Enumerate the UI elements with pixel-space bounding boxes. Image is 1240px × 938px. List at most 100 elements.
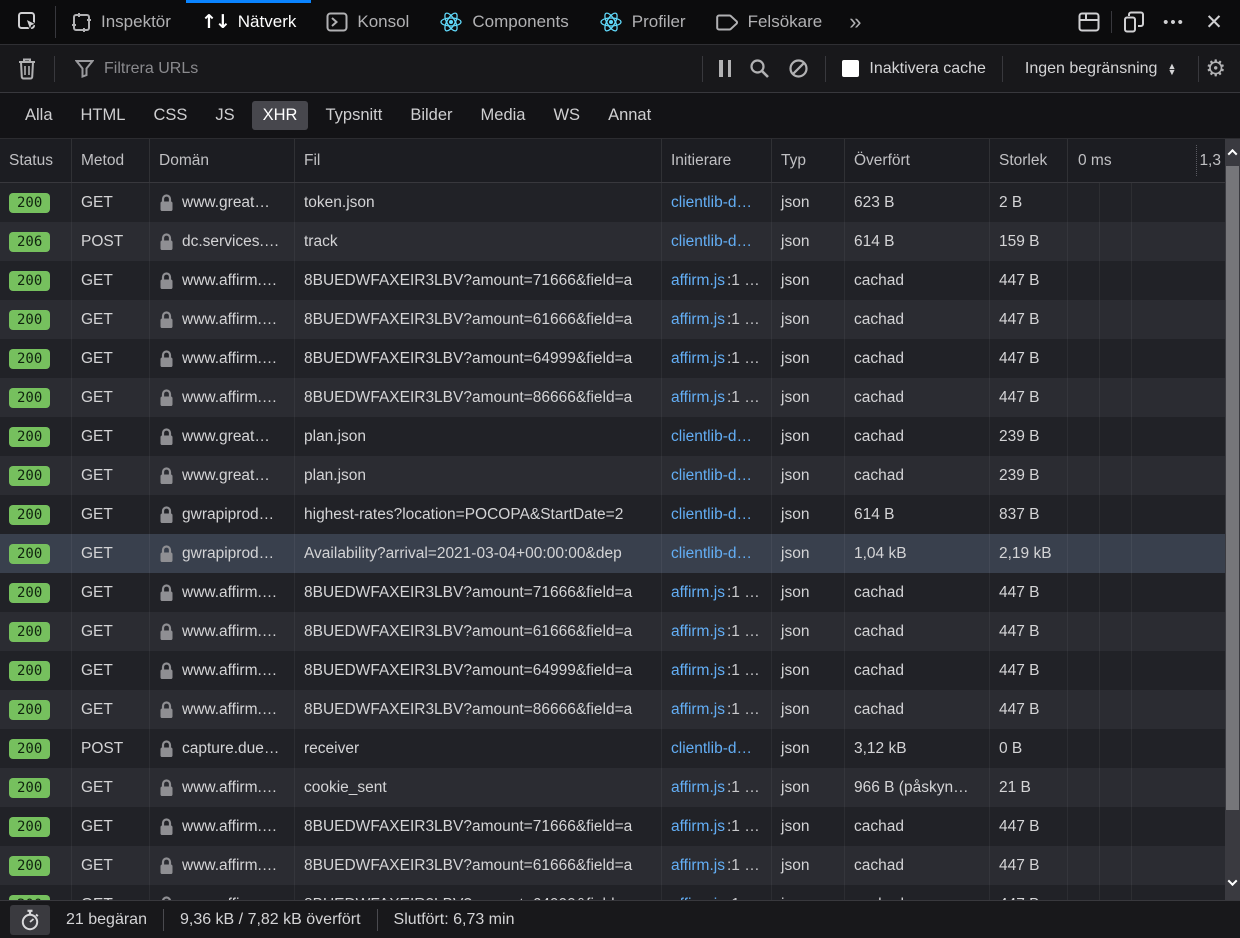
responsive-design-mode-button[interactable]	[1116, 6, 1152, 38]
performance-analysis-button[interactable]	[10, 905, 50, 935]
initiator-line-info: :1 …	[727, 389, 760, 406]
initiator-link[interactable]: affirm.js	[671, 584, 725, 601]
request-row[interactable]: 200GETgwrapiprod…highest-rates?location=…	[0, 495, 1225, 534]
cell-domain: capture.due…	[150, 729, 295, 768]
column-header-method[interactable]: Metod	[72, 139, 150, 182]
initiator-link[interactable]: clientlib-d…	[671, 545, 752, 562]
request-row[interactable]: 200GETwww.affirm.…8BUEDWFAXEIR3LBV?amoun…	[0, 846, 1225, 885]
initiator-link[interactable]: clientlib-d…	[671, 428, 752, 445]
waterfall-gridline	[1099, 339, 1100, 378]
requests-table-header: StatusMetodDomänFilInitierareTypÖverfört…	[0, 139, 1225, 183]
filter-bilder[interactable]: Bilder	[399, 101, 463, 130]
cell-type: json	[772, 378, 845, 417]
settings-button[interactable]: ⚙	[1199, 56, 1240, 82]
meatball-menu-button[interactable]: •••	[1156, 6, 1192, 38]
filter-media[interactable]: Media	[470, 101, 537, 130]
initiator-link[interactable]: affirm.js	[671, 272, 725, 289]
search-icon[interactable]	[749, 58, 770, 79]
tab-inspektör[interactable]: Inspektör	[56, 0, 186, 44]
tab-konsol[interactable]: Konsol	[311, 0, 424, 44]
request-row[interactable]: 200GETwww.great…plan.jsonclientlib-d…jso…	[0, 456, 1225, 495]
tab-label: Components	[472, 12, 568, 32]
filter-urls-input[interactable]: Filtrera URLs	[55, 59, 702, 78]
initiator-link[interactable]: affirm.js	[671, 311, 725, 328]
initiator-link[interactable]: clientlib-d…	[671, 740, 752, 757]
request-row[interactable]: 200GETwww.affirm.…8BUEDWFAXEIR3LBV?amoun…	[0, 885, 1225, 900]
close-devtools-button[interactable]: ✕	[1196, 6, 1232, 38]
request-row[interactable]: 200GETwww.great…plan.jsonclientlib-d…jso…	[0, 417, 1225, 456]
filter-js[interactable]: JS	[204, 101, 245, 130]
request-row[interactable]: 200GETwww.affirm.…8BUEDWFAXEIR3LBV?amoun…	[0, 339, 1225, 378]
filter-html[interactable]: HTML	[70, 101, 137, 130]
filter-typsnitt[interactable]: Typsnitt	[314, 101, 393, 130]
cell-domain: www.affirm.…	[150, 690, 295, 729]
initiator-link[interactable]: clientlib-d…	[671, 467, 752, 484]
initiator-link[interactable]: affirm.js	[671, 701, 725, 718]
column-header-file[interactable]: Fil	[295, 139, 662, 182]
cell-method: GET	[72, 807, 150, 846]
request-row[interactable]: 200GETwww.affirm.…8BUEDWFAXEIR3LBV?amoun…	[0, 378, 1225, 417]
initiator-link[interactable]: affirm.js	[671, 623, 725, 640]
cell-waterfall	[1068, 651, 1225, 690]
tab-felsökare[interactable]: Felsökare	[701, 0, 838, 44]
tab-profiler[interactable]: Profiler	[584, 0, 701, 44]
column-header-type[interactable]: Typ	[772, 139, 845, 182]
initiator-link[interactable]: affirm.js	[671, 662, 725, 679]
clear-requests-button[interactable]	[0, 58, 54, 80]
disable-cache-checkbox[interactable]	[842, 60, 859, 77]
initiator-link[interactable]: affirm.js	[671, 857, 725, 874]
initiator-link[interactable]: affirm.js	[671, 818, 725, 835]
request-row[interactable]: 200GETwww.great…token.jsonclientlib-d…js…	[0, 183, 1225, 222]
request-row[interactable]: 200GETwww.affirm.…8BUEDWFAXEIR3LBV?amoun…	[0, 261, 1225, 300]
request-row[interactable]: 200GETwww.affirm.…8BUEDWFAXEIR3LBV?amoun…	[0, 612, 1225, 651]
cell-size: 2,19 kB	[990, 534, 1068, 573]
scrollbar-thumb[interactable]	[1226, 166, 1239, 810]
request-row[interactable]: 200GETwww.affirm.…8BUEDWFAXEIR3LBV?amoun…	[0, 573, 1225, 612]
request-row[interactable]: 200GETwww.affirm.…8BUEDWFAXEIR3LBV?amoun…	[0, 690, 1225, 729]
waterfall-gridline	[1099, 222, 1100, 261]
tab-nätverk[interactable]: ↑↓Nätverk	[186, 0, 311, 44]
disable-cache-control[interactable]: Inaktivera cache	[826, 60, 1002, 78]
request-row[interactable]: 200GETwww.affirm.…8BUEDWFAXEIR3LBV?amoun…	[0, 651, 1225, 690]
column-header-initiator[interactable]: Initierare	[662, 139, 772, 182]
lock-icon	[159, 779, 174, 797]
initiator-link[interactable]: clientlib-d…	[671, 506, 752, 523]
waterfall-tick-line	[1196, 145, 1197, 176]
initiator-link[interactable]: affirm.js	[671, 389, 725, 406]
tabs-overflow-chevron-icon[interactable]: »	[837, 0, 873, 44]
scroll-down-arrow[interactable]	[1225, 869, 1240, 895]
tab-components[interactable]: Components	[424, 0, 583, 44]
request-row[interactable]: 206POSTdc.services.…trackclientlib-d…jso…	[0, 222, 1225, 261]
column-header-status[interactable]: Status	[0, 139, 72, 182]
pick-element-button[interactable]	[0, 6, 56, 38]
request-row[interactable]: 200POSTcapture.due…receiverclientlib-d…j…	[0, 729, 1225, 768]
dock-side-button[interactable]	[1071, 6, 1107, 38]
initiator-link[interactable]: affirm.js	[671, 779, 725, 796]
request-row[interactable]: 200GETwww.affirm.…8BUEDWFAXEIR3LBV?amoun…	[0, 300, 1225, 339]
filter-annat[interactable]: Annat	[597, 101, 662, 130]
scroll-up-arrow[interactable]	[1225, 139, 1240, 165]
filter-alla[interactable]: Alla	[14, 101, 64, 130]
cell-initiator: clientlib-d…	[662, 456, 772, 495]
initiator-link[interactable]: clientlib-d…	[671, 194, 752, 211]
request-row[interactable]: 200GETwww.affirm.…8BUEDWFAXEIR3LBV?amoun…	[0, 807, 1225, 846]
cell-domain: www.affirm.…	[150, 807, 295, 846]
cell-transferred: cachad	[845, 456, 990, 495]
block-request-icon[interactable]	[788, 58, 809, 79]
initiator-link[interactable]: affirm.js	[671, 350, 725, 367]
column-header-transferred[interactable]: Överfört	[845, 139, 990, 182]
request-row[interactable]: 200GETwww.affirm.…cookie_sentaffirm.js:1…	[0, 768, 1225, 807]
filter-xhr[interactable]: XHR	[252, 101, 309, 130]
throttling-dropdown[interactable]: Ingen begränsning ▲▼	[1003, 60, 1198, 78]
react-icon	[599, 11, 623, 33]
initiator-link[interactable]: clientlib-d…	[671, 233, 752, 250]
column-header-size[interactable]: Storlek	[990, 139, 1068, 182]
pause-recording-icon[interactable]	[719, 60, 731, 77]
filter-ws[interactable]: WS	[542, 101, 591, 130]
vertical-scrollbar[interactable]	[1225, 139, 1240, 900]
domain-text: www.affirm.…	[182, 311, 277, 329]
column-header-domain[interactable]: Domän	[150, 139, 295, 182]
filter-css[interactable]: CSS	[142, 101, 198, 130]
request-row[interactable]: 200GETgwrapiprod…Availability?arrival=20…	[0, 534, 1225, 573]
column-header-waterfall[interactable]: 0 ms 1,3	[1068, 139, 1225, 182]
